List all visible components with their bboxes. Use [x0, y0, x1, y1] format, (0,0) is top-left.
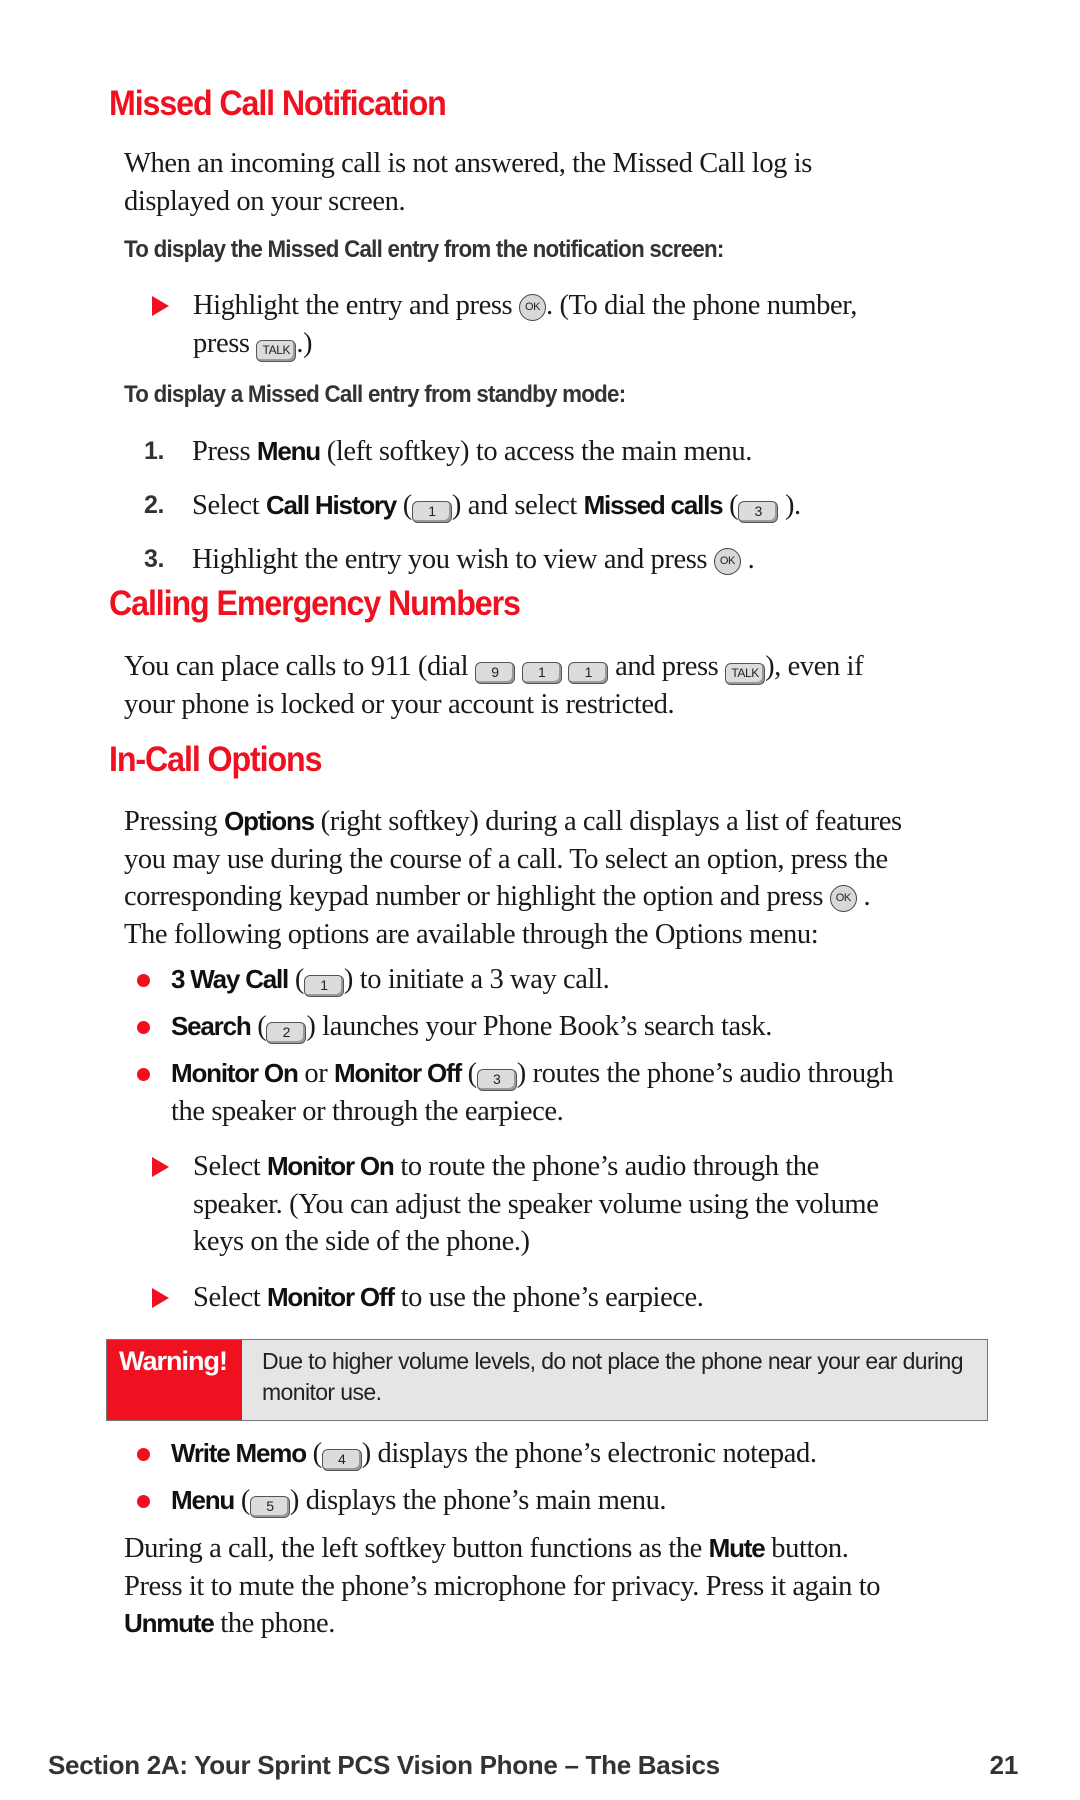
section-title-in-call-options: In-Call Options: [109, 740, 323, 779]
manual-page: Missed Call Notification When an incomin…: [0, 0, 1080, 1800]
red-bullet-icon: [137, 1021, 150, 1034]
mute-paragraph: During a call, the left softkey button f…: [124, 1533, 881, 1639]
ok-key-icon: OK: [829, 885, 857, 912]
key-4-icon: 4: [321, 1449, 362, 1471]
footer-section-title: Section 2A: Your Sprint PCS Vision Phone…: [48, 1750, 720, 1780]
red-arrow-icon: [152, 296, 169, 316]
key-1-icon: 1: [568, 662, 609, 684]
key-3-icon: 3: [738, 501, 779, 523]
talk-key-icon: TALK: [256, 339, 297, 362]
red-arrow-icon: [152, 1288, 169, 1308]
list-item: 3 Way Call (1) to initiate a 3 way call.: [137, 961, 610, 999]
in-call-intro: Pressing Options (right softkey) during …: [124, 806, 902, 950]
list-item: Search (2) launches your Phone Book’s se…: [137, 1008, 772, 1046]
subheading-notification-screen: To display the Missed Call entry from th…: [124, 236, 724, 263]
page-number: 21: [989, 1750, 1019, 1780]
list-item: 1. Press Menu (left softkey) to access t…: [144, 436, 752, 467]
list-item: 2. Select Call History (1) and select Mi…: [144, 490, 801, 523]
list-item: Monitor On or Monitor Off (3) routes the…: [137, 1055, 1007, 1130]
warning-label: Warning!: [107, 1340, 242, 1420]
ok-key-icon: OK: [713, 548, 741, 575]
talk-key-icon: TALK: [725, 663, 766, 685]
key-9-icon: 9: [474, 662, 515, 684]
emergency-text: You can place calls to 911 (dial 9 1 1 a…: [124, 651, 864, 720]
key-5-icon: 5: [249, 1496, 290, 1518]
key-3-icon: 3: [476, 1069, 517, 1091]
list-item: Select Monitor Off to use the phone’s ea…: [152, 1279, 704, 1317]
page-footer: Section 2A: Your Sprint PCS Vision Phone…: [48, 1750, 1032, 1781]
missed-call-intro: When an incoming call is not answered, t…: [124, 148, 812, 217]
list-item: Highlight the entry and press OK. (To di…: [152, 287, 1002, 362]
red-bullet-icon: [137, 1068, 150, 1081]
warning-text: Due to higher volume levels, do not plac…: [262, 1348, 964, 1405]
list-item: Menu (5) displays the phone’s main menu.: [137, 1482, 667, 1520]
list-item: Write Memo (4) displays the phone’s elec…: [137, 1435, 817, 1473]
red-bullet-icon: [137, 1448, 150, 1461]
section-title-missed-call: Missed Call Notification: [109, 84, 447, 123]
subheading-standby-mode: To display a Missed Call entry from stan…: [124, 381, 626, 408]
section-title-emergency: Calling Emergency Numbers: [109, 584, 521, 623]
list-item: Select Monitor On to route the phone’s a…: [152, 1148, 1002, 1261]
key-2-icon: 2: [266, 1022, 307, 1044]
key-1-icon: 1: [411, 501, 452, 523]
red-bullet-icon: [137, 974, 150, 987]
key-1-icon: 1: [303, 975, 344, 997]
warning-box: Warning! Due to higher volume levels, do…: [106, 1339, 988, 1421]
red-bullet-icon: [137, 1495, 150, 1508]
red-arrow-icon: [152, 1157, 169, 1177]
list-item: 3. Highlight the entry you wish to view …: [144, 544, 755, 575]
key-1-icon: 1: [521, 662, 562, 684]
ok-key-icon: OK: [519, 294, 546, 321]
